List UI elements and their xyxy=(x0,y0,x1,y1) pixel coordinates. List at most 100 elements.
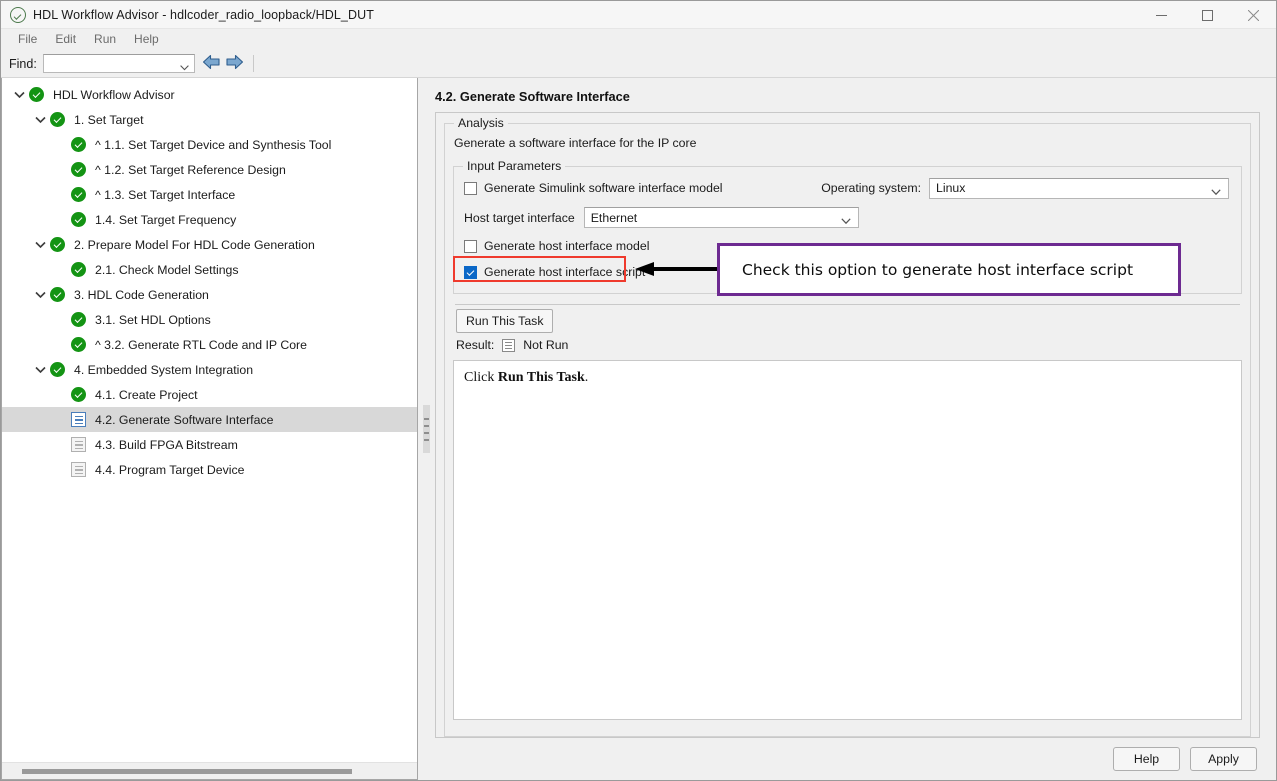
tree-item[interactable]: 1. Set Target xyxy=(2,107,417,132)
tree-item-label: 4.1. Create Project xyxy=(95,387,198,402)
tree-item[interactable]: HDL Workflow Advisor xyxy=(2,82,417,107)
status-pass-icon xyxy=(49,237,66,252)
status-pass-icon xyxy=(70,187,87,202)
tree-item-label: ^ 1.1. Set Target Device and Synthesis T… xyxy=(95,137,332,152)
minimize-icon[interactable] xyxy=(1138,1,1184,29)
tree-item-label: 2. Prepare Model For HDL Code Generation xyxy=(74,237,315,252)
result-status: Not Run xyxy=(523,338,569,352)
chevron-down-icon[interactable] xyxy=(10,91,28,99)
checkbox-generate-simulink-model[interactable]: Generate Simulink software interface mod… xyxy=(464,177,723,199)
find-label: Find: xyxy=(9,56,37,71)
tree-item[interactable]: 4.2. Generate Software Interface xyxy=(2,407,417,432)
annotation-callout-text: Check this option to generate host inter… xyxy=(742,260,1134,279)
status-pass-icon xyxy=(49,287,66,302)
status-pass-icon xyxy=(70,387,87,402)
tree-item[interactable]: 4.1. Create Project xyxy=(2,382,417,407)
tree-item-label: 4.2. Generate Software Interface xyxy=(95,412,274,427)
analysis-group-legend: Analysis xyxy=(454,116,508,130)
arrow-right-icon[interactable] xyxy=(225,54,244,73)
host-target-interface-select[interactable]: Ethernet xyxy=(583,207,859,228)
tree-item[interactable]: 4.4. Program Target Device xyxy=(2,457,417,482)
tree-item[interactable]: ^ 1.3. Set Target Interface xyxy=(2,182,417,207)
tree-item[interactable]: 1.4. Set Target Frequency xyxy=(2,207,417,232)
checkbox-box-icon[interactable] xyxy=(464,181,477,195)
host-target-interface-field: Host target interface Ethernet xyxy=(464,207,1231,228)
tree-item[interactable]: 3.1. Set HDL Options xyxy=(2,307,417,332)
annotation-callout: Check this option to generate host inter… xyxy=(717,243,1181,296)
tree-item-label: 2.1. Check Model Settings xyxy=(95,262,239,277)
panel-splitter[interactable] xyxy=(418,78,435,780)
workflow-tree[interactable]: HDL Workflow Advisor 1. Set Target ^ 1.1. … xyxy=(2,78,417,762)
tree-item[interactable]: 2. Prepare Model For HDL Code Generation xyxy=(2,232,417,257)
maximize-icon[interactable] xyxy=(1184,1,1230,29)
task-active-icon xyxy=(70,412,87,427)
tree-item-label: 3.1. Set HDL Options xyxy=(95,312,211,327)
status-pass-icon xyxy=(70,212,87,227)
toolbar-separator xyxy=(252,55,254,72)
checkbox-box-icon[interactable] xyxy=(464,265,477,279)
input-parameters-legend: Input Parameters xyxy=(463,159,566,173)
chevron-down-icon[interactable] xyxy=(31,241,49,249)
operating-system-value: Linux xyxy=(936,181,966,195)
operating-system-select[interactable]: Linux xyxy=(929,177,1229,199)
task-idle-icon xyxy=(70,462,87,477)
window-controls xyxy=(1138,1,1276,29)
result-row: Result: Not Run xyxy=(456,338,1250,352)
tree-item-label: ^ 1.3. Set Target Interface xyxy=(95,187,236,202)
check-circle-icon xyxy=(10,6,26,23)
find-input[interactable] xyxy=(42,54,195,73)
tree-item-label: HDL Workflow Advisor xyxy=(53,87,175,102)
menu-item-help[interactable]: Help xyxy=(125,29,168,50)
close-icon[interactable] xyxy=(1230,1,1276,29)
checkbox-label: Generate host interface script xyxy=(484,265,646,279)
chevron-down-icon[interactable] xyxy=(31,116,49,124)
result-label: Result: xyxy=(456,338,495,352)
chevron-down-icon[interactable] xyxy=(31,366,49,374)
tree-item[interactable]: ^ 1.1. Set Target Device and Synthesis T… xyxy=(2,132,417,157)
result-text-suffix: . xyxy=(584,370,589,385)
footer-buttons: Help Apply xyxy=(435,738,1276,780)
tree-item[interactable]: 4.3. Build FPGA Bitstream xyxy=(2,432,417,457)
tree-item-label: ^ 3.2. Generate RTL Code and IP Core xyxy=(95,337,307,352)
analysis-group: Analysis Generate a software interface f… xyxy=(444,116,1251,737)
help-button[interactable]: Help xyxy=(1113,747,1180,771)
apply-button[interactable]: Apply xyxy=(1190,747,1257,771)
host-target-interface-label: Host target interface xyxy=(464,210,575,225)
task-content-panel: 4.2. Generate Software Interface Analysi… xyxy=(435,78,1276,780)
section-divider xyxy=(455,304,1240,305)
tree-item-label: ^ 1.2. Set Target Reference Design xyxy=(95,162,286,177)
run-this-task-button[interactable]: Run This Task xyxy=(456,309,554,333)
result-text-bold: Run This Task xyxy=(497,370,585,385)
scrollbar-thumb[interactable] xyxy=(22,768,352,774)
tree-item-label: 4.3. Build FPGA Bitstream xyxy=(95,437,238,452)
tree-item[interactable]: ^ 3.2. Generate RTL Code and IP Core xyxy=(2,332,417,357)
status-pass-icon xyxy=(70,262,87,277)
menu-item-file[interactable]: File xyxy=(9,29,46,50)
status-pass-icon xyxy=(70,137,87,152)
status-pass-icon xyxy=(49,362,66,377)
find-navigation xyxy=(202,54,244,73)
page-title: 4.2. Generate Software Interface xyxy=(435,89,630,104)
tree-item-label: 4.4. Program Target Device xyxy=(95,462,245,477)
menu-item-run[interactable]: Run xyxy=(85,29,125,50)
chevron-down-icon xyxy=(841,214,851,228)
annotation-arrow-icon xyxy=(634,259,718,279)
window-title: HDL Workflow Advisor - hdlcoder_radio_lo… xyxy=(33,7,374,22)
arrow-left-icon[interactable] xyxy=(202,54,221,73)
task-idle-icon xyxy=(70,437,87,452)
operating-system-label: Operating system: xyxy=(821,181,921,195)
host-target-interface-value: Ethernet xyxy=(590,210,638,225)
title-bar: HDL Workflow Advisor - hdlcoder_radio_lo… xyxy=(1,1,1276,29)
checkbox-box-icon[interactable] xyxy=(464,239,477,253)
tree-item[interactable]: ^ 1.2. Set Target Reference Design xyxy=(2,157,417,182)
status-pass-icon xyxy=(70,337,87,352)
status-pass-icon xyxy=(70,162,87,177)
tree-item[interactable]: 2.1. Check Model Settings xyxy=(2,257,417,282)
menu-item-edit[interactable]: Edit xyxy=(46,29,85,50)
splitter-grip-icon xyxy=(423,405,430,453)
task-description: Generate a software interface for the IP… xyxy=(454,136,697,150)
tree-item[interactable]: 3. HDL Code Generation xyxy=(2,282,417,307)
tree-horizontal-scrollbar[interactable] xyxy=(2,762,417,779)
chevron-down-icon[interactable] xyxy=(31,291,49,299)
tree-item[interactable]: 4. Embedded System Integration xyxy=(2,357,417,382)
